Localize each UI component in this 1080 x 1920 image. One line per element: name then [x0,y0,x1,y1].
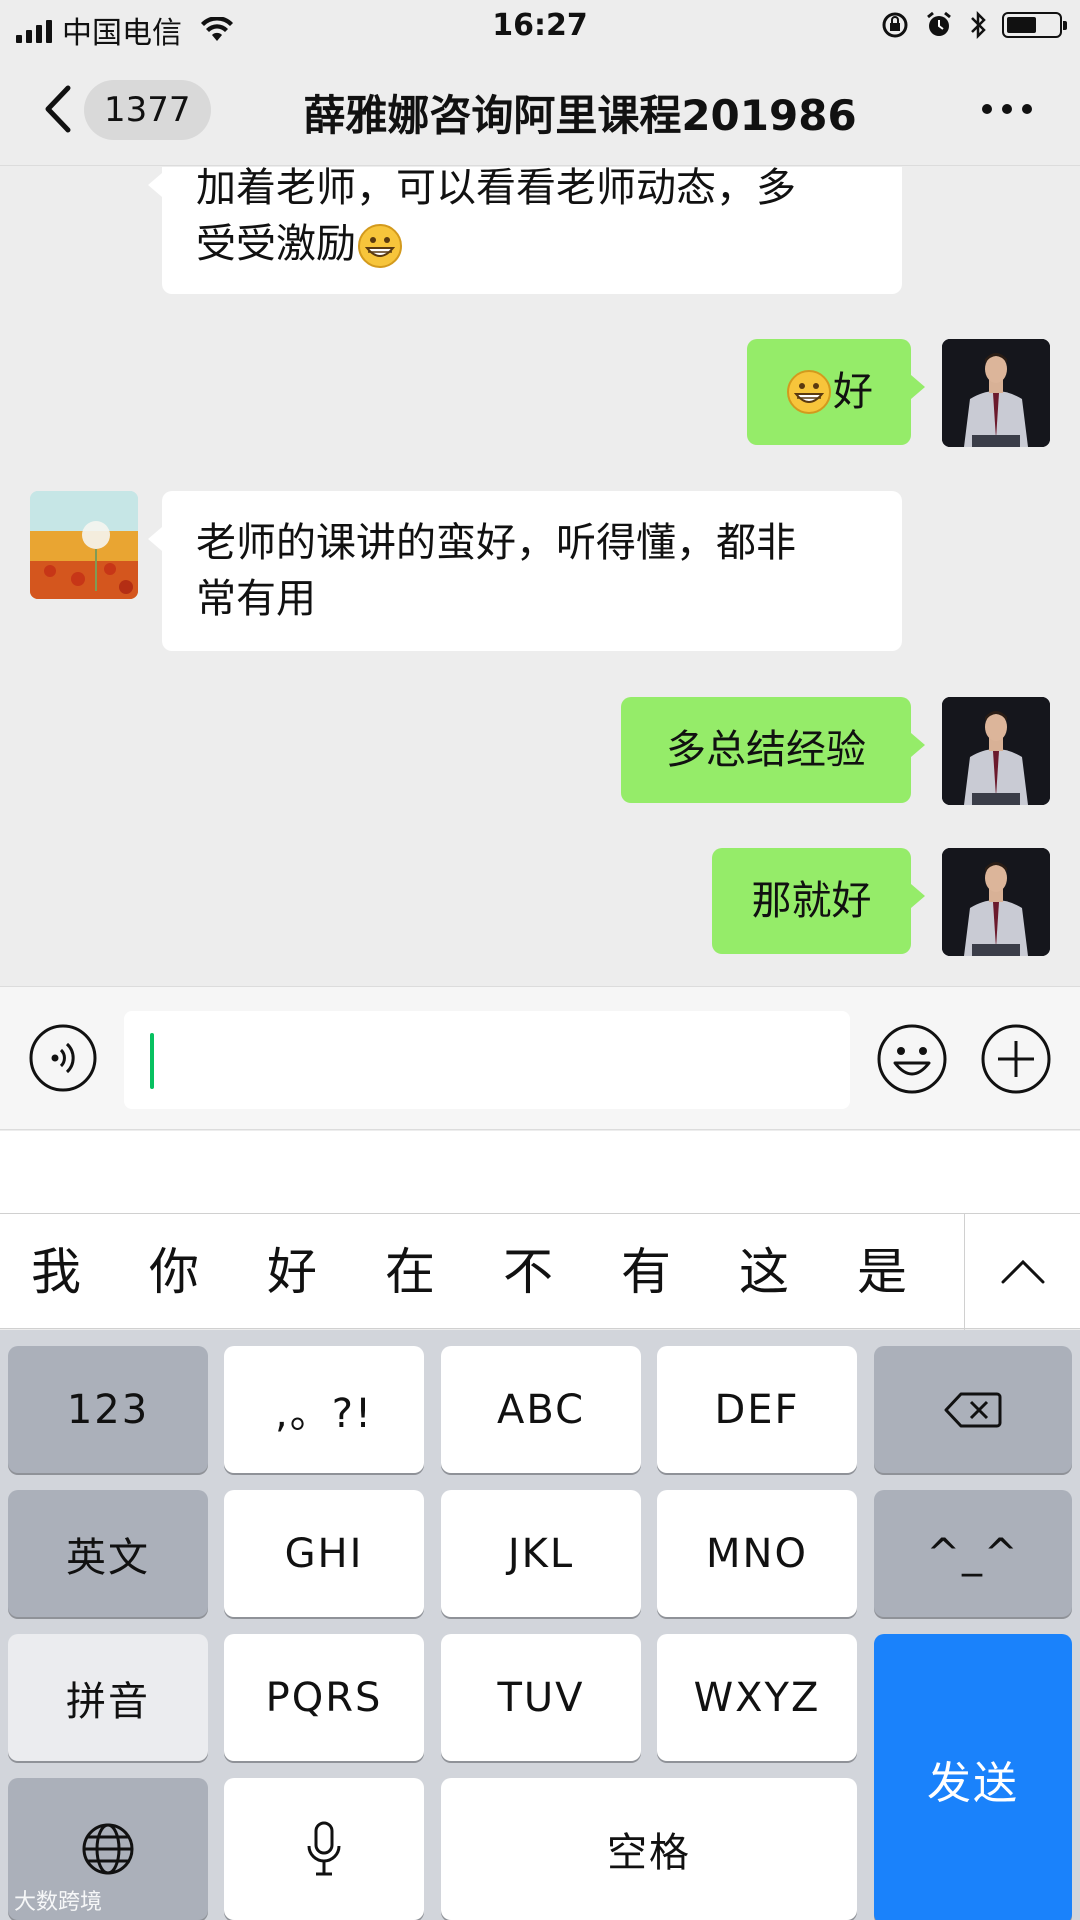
message-input-bar [0,986,1080,1130]
incoming-message-bubble[interactable]: 加着老师，可以看看老师动态，多 受受激励 [148,167,902,294]
message-text: 那就好 [751,878,872,924]
grinning-face-emoji [358,224,402,268]
self-avatar[interactable] [942,339,1050,447]
message-input[interactable] [124,1011,850,1109]
key-def[interactable]: DEF [657,1346,857,1473]
send-button[interactable]: 发送 [874,1634,1072,1920]
microphone-icon [307,1821,341,1876]
candidate-word[interactable]: 不 [488,1242,568,1302]
key-microphone[interactable] [224,1778,424,1920]
rotation-lock-icon [882,12,908,38]
emoji-icon[interactable] [876,1023,948,1095]
key-emoticon[interactable]: ^_^ [874,1490,1072,1617]
space-key[interactable]: 空格 [441,1778,857,1920]
self-avatar[interactable] [942,697,1050,805]
outgoing-message-bubble[interactable]: 多总结经验 [621,697,925,803]
key-punctuation[interactable]: ,。?! [224,1346,424,1473]
ime-keyboard: 123 ,。?! ABC DEF 英文 GHI JKL MNO ^_^ 拼音 P… [0,1330,1080,1920]
outgoing-message-bubble[interactable]: 好 [747,339,925,445]
candidate-word[interactable]: 我 [16,1242,96,1302]
key-backspace[interactable] [874,1346,1072,1473]
message-text-line: 加着老师，可以看看老师动态，多 [196,167,796,211]
back-chevron-icon[interactable] [40,84,74,134]
chat-message-list[interactable]: 加着老师，可以看看老师动态，多 受受激励 好 老师的课讲的蛮好，听得懂，都非 常… [0,167,1080,985]
key-pqrs[interactable]: PQRS [224,1634,424,1761]
key-pinyin[interactable]: 拼音 [8,1634,208,1761]
candidate-word[interactable]: 有 [606,1242,686,1302]
ime-candidate-bar: 我 你 好 在 不 有 这 是 [0,1213,1080,1330]
battery-icon [1002,12,1067,38]
plus-icon[interactable] [980,1023,1052,1095]
panel-spacer [0,1131,1080,1213]
status-bar: 中国电信 16:27 [0,0,1080,54]
chevron-up-icon[interactable] [1000,1250,1046,1296]
candidate-word[interactable]: 在 [370,1242,450,1302]
message-text: 好 [833,369,873,415]
unread-count-badge[interactable]: 1377 [84,80,211,140]
globe-icon [82,1823,134,1875]
key-abc[interactable]: ABC [441,1346,641,1473]
candidate-word[interactable]: 是 [842,1242,922,1302]
contact-avatar[interactable] [30,491,138,599]
key-english[interactable]: 英文 [8,1490,208,1617]
message-text-line: 老师的课讲的蛮好，听得懂，都非 [196,520,796,566]
grinning-face-emoji [787,370,831,414]
key-tuv[interactable]: TUV [441,1634,641,1761]
self-avatar[interactable] [942,848,1050,956]
dandelion-field-avatar [30,491,138,599]
message-text: 多总结经验 [666,727,866,773]
candidate-word[interactable]: 你 [134,1242,214,1302]
candidate-word[interactable]: 这 [724,1242,804,1302]
backspace-icon [944,1392,1002,1427]
incoming-message-bubble[interactable]: 老师的课讲的蛮好，听得懂，都非 常有用 [148,491,902,651]
bluetooth-icon [971,10,986,40]
chat-header: 1377 薛雅娜咨询阿里课程201986 [0,54,1080,166]
battery-fill [1007,17,1036,33]
outgoing-message-bubble[interactable]: 那就好 [712,848,925,954]
key-ghi[interactable]: GHI [224,1490,424,1617]
message-text-line: 受受激励 [196,216,404,272]
message-text-line: 常有用 [196,576,316,622]
candidate-word[interactable]: 好 [252,1242,332,1302]
more-options-icon[interactable] [982,104,1032,114]
candidate-divider [964,1214,965,1330]
key-mno[interactable]: MNO [657,1490,857,1617]
man-portrait-avatar [942,697,1050,805]
key-jkl[interactable]: JKL [441,1490,641,1617]
text-caret [150,1033,154,1089]
chat-title: 薛雅娜咨询阿里课程201986 [303,91,857,140]
voice-input-icon[interactable] [28,1023,98,1093]
watermark-text: 大数跨境 [14,1890,103,1915]
man-portrait-avatar [942,339,1050,447]
key-wxyz[interactable]: WXYZ [657,1634,857,1761]
status-right [880,10,1067,40]
key-123[interactable]: 123 [8,1346,208,1473]
man-portrait-avatar [942,848,1050,956]
alarm-icon [927,11,951,36]
